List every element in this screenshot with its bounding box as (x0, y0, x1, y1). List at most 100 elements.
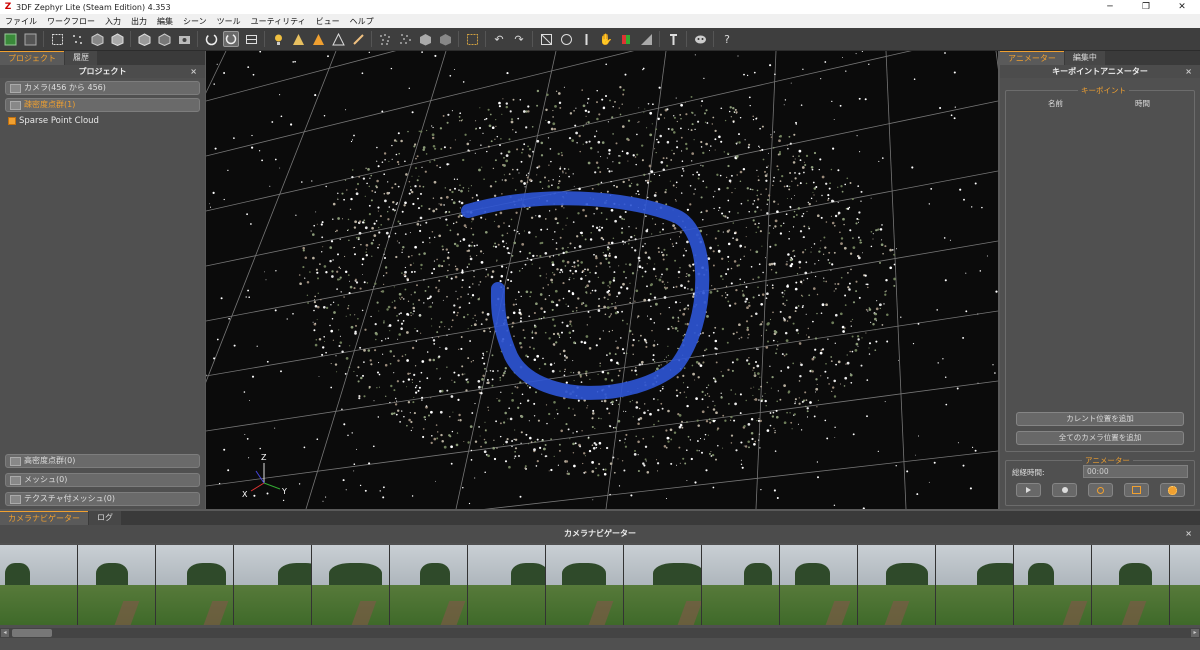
mesh-triangle-icon[interactable] (310, 31, 326, 47)
color-icon[interactable] (618, 31, 634, 47)
menu-utilities[interactable]: ユーティリティ (246, 16, 311, 27)
cube-icon[interactable] (417, 31, 433, 47)
record-button[interactable] (1052, 483, 1077, 497)
rotate-icon[interactable] (203, 31, 219, 47)
camera-thumbnail[interactable] (156, 545, 234, 625)
close-icon[interactable]: × (1185, 65, 1192, 78)
cloud-point (497, 243, 500, 246)
add-all-camera-positions-button[interactable]: 全てのカメラ位置を追加 (1016, 431, 1184, 445)
sparse-point-cloud-item[interactable]: Sparse Point Cloud (8, 116, 205, 126)
camera-thumbnail[interactable] (468, 545, 546, 625)
camera-thumbnail[interactable] (0, 545, 78, 625)
total-time-input[interactable]: 00:00 (1083, 465, 1188, 478)
camera-thumbnail[interactable] (936, 545, 1014, 625)
mesh-triangle-icon[interactable] (290, 31, 306, 47)
camera-thumbnail[interactable] (702, 545, 780, 625)
cloud-point (431, 230, 434, 233)
loop-button[interactable] (1088, 483, 1113, 497)
cube-icon[interactable] (89, 31, 105, 47)
film-button[interactable] (1124, 483, 1149, 497)
dense-cloud-group[interactable]: 高密度点群(0) (5, 454, 200, 468)
undo-icon[interactable]: ↶ (491, 31, 507, 47)
menu-export[interactable]: 出力 (126, 16, 152, 27)
circle-icon[interactable] (558, 31, 574, 47)
points-icon[interactable] (377, 31, 393, 47)
tool-icon[interactable] (665, 31, 681, 47)
close-icon[interactable]: × (1185, 525, 1192, 543)
add-current-position-button[interactable]: カレント位置を追加 (1016, 412, 1184, 426)
cloud-point (374, 191, 376, 193)
settings-button[interactable] (1160, 483, 1185, 497)
tab-log[interactable]: ログ (89, 511, 121, 525)
close-icon[interactable]: × (190, 65, 197, 78)
minimize-button[interactable]: ─ (1092, 0, 1128, 14)
menu-help[interactable]: ヘルプ (345, 16, 379, 27)
cube-icon[interactable] (109, 31, 125, 47)
cube-icon[interactable] (437, 31, 453, 47)
cloud-point (341, 218, 344, 220)
cloud-point (472, 233, 475, 236)
close-button[interactable]: ✕ (1164, 0, 1200, 14)
hand-icon[interactable]: ✋ (598, 31, 614, 47)
menu-file[interactable]: ファイル (0, 16, 42, 27)
menu-scene[interactable]: シーン (178, 16, 212, 27)
textured-mesh-group[interactable]: テクスチャ付メッシュ(0) (5, 492, 200, 506)
camera-thumbnail[interactable] (234, 545, 312, 625)
camera-thumbnail[interactable] (1170, 545, 1200, 625)
camera-thumbnail[interactable] (546, 545, 624, 625)
camera-thumbnail[interactable] (390, 545, 468, 625)
menu-edit[interactable]: 編集 (152, 16, 178, 27)
select-rect-icon[interactable] (49, 31, 65, 47)
orbit-icon[interactable] (223, 31, 239, 47)
horizontal-scrollbar[interactable]: ◂ ▸ (0, 628, 1200, 638)
mask-icon[interactable] (692, 31, 708, 47)
transform-icon[interactable] (538, 31, 554, 47)
cloud-point (500, 138, 502, 140)
cloud-point (638, 121, 640, 123)
camera-thumbnail[interactable] (624, 545, 702, 625)
scrollbar-thumb[interactable] (12, 629, 52, 637)
camera-thumbnail[interactable] (78, 545, 156, 625)
camera-thumbnail[interactable] (1014, 545, 1092, 625)
menu-tools[interactable]: ツール (212, 16, 246, 27)
frame-icon[interactable] (243, 31, 259, 47)
cube-icon[interactable] (136, 31, 152, 47)
cloud-point (754, 223, 757, 226)
mesh-group[interactable]: メッシュ(0) (5, 473, 200, 487)
menu-import[interactable]: 入力 (100, 16, 126, 27)
maximize-button[interactable]: ❐ (1128, 0, 1164, 14)
camera-thumbnail[interactable] (1092, 545, 1170, 625)
mesh-triangle-icon[interactable] (330, 31, 346, 47)
cameras-group[interactable]: カメラ(456 から 456) (5, 81, 200, 95)
sparse-cloud-group[interactable]: 疎密度点群(1) (5, 98, 200, 112)
camera-thumbnail[interactable] (858, 545, 936, 625)
scroll-right-arrow[interactable]: ▸ (1191, 629, 1199, 637)
scroll-left-arrow[interactable]: ◂ (1, 629, 9, 637)
tab-animator[interactable]: アニメーター (1000, 51, 1064, 65)
select-points-icon[interactable] (69, 31, 85, 47)
light-icon[interactable] (270, 31, 286, 47)
play-button[interactable] (1016, 483, 1041, 497)
menu-view[interactable]: ビュー (311, 16, 345, 27)
save-icon[interactable] (22, 31, 38, 47)
camera-thumbnail[interactable] (312, 545, 390, 625)
camera-icon[interactable] (176, 31, 192, 47)
measure-icon[interactable] (578, 31, 594, 47)
menu-workflow[interactable]: ワークフロー (42, 16, 100, 27)
tab-camera-navigator[interactable]: カメラナビゲーター (0, 511, 88, 525)
brush-icon[interactable] (350, 31, 366, 47)
redo-icon[interactable]: ↷ (511, 31, 527, 47)
cloud-point (398, 242, 400, 244)
tab-editing[interactable]: 編集中 (1064, 51, 1105, 65)
3d-viewport[interactable]: Z X Y (206, 51, 998, 509)
points-icon[interactable] (397, 31, 413, 47)
import-icon[interactable] (2, 31, 18, 47)
ruler-icon[interactable] (638, 31, 654, 47)
tab-project[interactable]: プロジェクト (0, 51, 64, 65)
tab-history[interactable]: 履歴 (65, 51, 97, 65)
bounding-box-icon[interactable] (464, 31, 480, 47)
camera-thumbnail[interactable] (780, 545, 858, 625)
cube-icon[interactable] (156, 31, 172, 47)
help-icon[interactable]: ? (719, 31, 735, 47)
point-cloud-render[interactable]: Z X Y (206, 51, 998, 509)
